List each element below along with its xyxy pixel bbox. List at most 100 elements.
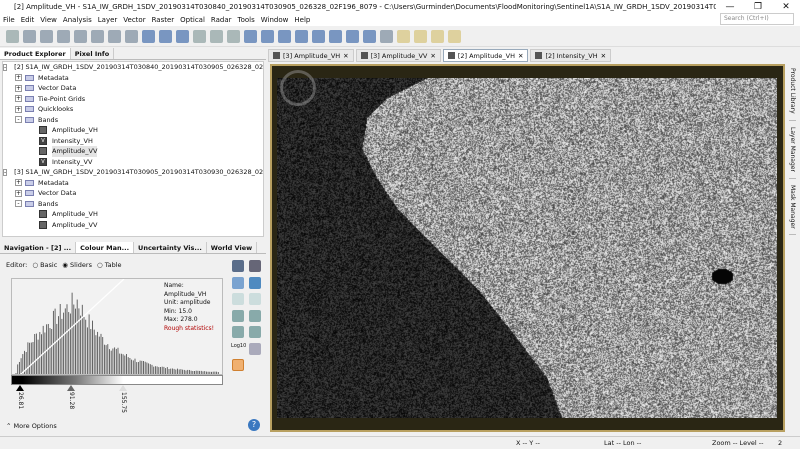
tile-vertical-icon[interactable] — [431, 30, 444, 43]
tab-uncertainty[interactable]: Uncertainty Vis... — [134, 242, 207, 253]
select-tool-icon[interactable] — [193, 30, 206, 43]
tab-navigation[interactable]: Navigation - [2] ... — [0, 242, 76, 253]
slider-mid[interactable]: 91.28 — [67, 385, 75, 409]
graph-builder-icon[interactable] — [142, 30, 155, 43]
reset-icon[interactable] — [232, 260, 244, 272]
export-icon[interactable] — [232, 277, 244, 289]
pin-icon[interactable] — [91, 30, 104, 43]
zoom-in-icon[interactable] — [232, 326, 244, 338]
info-table-icon[interactable] — [249, 343, 261, 355]
menu-view[interactable]: View — [40, 16, 57, 24]
view-tab-2-intensity-vh[interactable]: [2] Intensity_VH ✕ — [530, 49, 611, 62]
mask-icon[interactable] — [125, 30, 138, 43]
histogram[interactable]: Name: Amplitude_VH Unit: amplitude Min: … — [11, 278, 223, 375]
slider-max[interactable]: 155.75 — [119, 385, 127, 413]
view-tab-3-amplitude-vv[interactable]: [3] Amplitude_VV ✕ — [356, 49, 441, 62]
tree-vector-data[interactable]: + Vector Data — [3, 83, 263, 94]
percent-100-icon[interactable] — [249, 293, 261, 305]
magic-wand-icon[interactable] — [363, 30, 376, 43]
tile-single-icon[interactable] — [448, 30, 461, 43]
view-tab-2-amplitude-vh[interactable]: [2] Amplitude_VH ✕ — [443, 49, 529, 62]
menu-file[interactable]: File — [3, 16, 15, 24]
tab-pixel-info[interactable]: Pixel Info — [71, 48, 114, 59]
menu-vector[interactable]: Vector — [123, 16, 145, 24]
tree-band-amplitude-vh[interactable]: Amplitude_VH — [3, 209, 263, 220]
sar-image[interactable] — [277, 78, 777, 418]
minimize-button[interactable]: — — [716, 2, 744, 12]
toolbar — [0, 27, 800, 47]
import-icon[interactable] — [249, 260, 261, 272]
menu-optical[interactable]: Optical — [180, 16, 205, 24]
restore-button[interactable]: ❐ — [744, 2, 772, 12]
zoom-out-icon[interactable] — [249, 326, 261, 338]
tree-metadata[interactable]: + Metadata — [3, 178, 263, 189]
pin-placing-icon[interactable] — [244, 30, 257, 43]
help-icon[interactable]: ? — [248, 419, 260, 431]
search-input[interactable]: Search (Ctrl+I) — [720, 13, 794, 25]
rectangle-drawing-icon[interactable] — [312, 30, 325, 43]
menu-window[interactable]: Window — [261, 16, 289, 24]
tab-colour-manipulation[interactable]: Colour Man... — [76, 242, 134, 253]
line-drawing-icon[interactable] — [278, 30, 291, 43]
menu-raster[interactable]: Raster — [152, 16, 175, 24]
tree-band-amplitude-vv[interactable]: Amplitude_VV — [3, 146, 263, 157]
world-map-icon[interactable] — [176, 30, 189, 43]
tab-mask-manager[interactable]: Mask Manager — [789, 185, 796, 236]
tile-evenly-icon[interactable] — [397, 30, 410, 43]
menu-layer[interactable]: Layer — [98, 16, 118, 24]
gcp-icon[interactable] — [108, 30, 121, 43]
image-view[interactable] — [270, 64, 785, 432]
tree-band-amplitude-vh[interactable]: Amplitude_VH — [3, 125, 263, 136]
view-tab-3-amplitude-vh[interactable]: [3] Amplitude_VH ✕ — [268, 49, 354, 62]
tab-layer-manager[interactable]: Layer Manager — [789, 127, 796, 179]
open-product-icon[interactable] — [6, 30, 19, 43]
tree-band-amplitude-vv[interactable]: Amplitude_VV — [3, 220, 263, 231]
zoom-vertical-in-icon[interactable] — [232, 310, 244, 322]
tile-horizontal-icon[interactable] — [414, 30, 427, 43]
radio-sliders[interactable]: ◉ Sliders — [62, 261, 92, 269]
multi-apply-icon[interactable] — [249, 277, 261, 289]
more-options-toggle[interactable]: ⌃ More Options — [6, 422, 57, 430]
batch-processing-icon[interactable] — [159, 30, 172, 43]
radio-table[interactable]: ○ Table — [97, 261, 122, 269]
polygon-drawing-icon[interactable] — [329, 30, 342, 43]
tree-metadata[interactable]: + Metadata — [3, 73, 263, 84]
zoom-tool-icon[interactable] — [227, 30, 240, 43]
band-maths-icon[interactable] — [40, 30, 53, 43]
menu-help[interactable]: Help — [294, 16, 310, 24]
graticule-icon[interactable] — [74, 30, 87, 43]
tree-quicklooks[interactable]: + Quicklooks — [3, 104, 263, 115]
tree-product-3[interactable]: - [3] S1A_IW_GRDH_1SDV_20190314T030905_20… — [3, 167, 263, 178]
tab-product-explorer[interactable]: Product Explorer — [0, 48, 71, 59]
tab-product-library[interactable]: Product Library — [789, 68, 796, 121]
menu-radar[interactable]: Radar — [211, 16, 232, 24]
menu-analysis[interactable]: Analysis — [63, 16, 92, 24]
tree-vector-data[interactable]: + Vector Data — [3, 188, 263, 199]
filter-icon[interactable] — [57, 30, 70, 43]
navigation-compass-icon[interactable] — [280, 70, 316, 106]
tab-world-view[interactable]: World View — [207, 242, 257, 253]
latlon-readout: Lat -- Lon -- — [604, 439, 641, 447]
log10-button[interactable]: Log10 — [231, 343, 243, 355]
settings-icon[interactable] — [232, 359, 244, 371]
tree-band-intensity-vh[interactable]: V Intensity_VH — [3, 136, 263, 147]
range-finder-icon[interactable] — [380, 30, 393, 43]
tree-bands[interactable]: - Bands — [3, 199, 263, 210]
polyline-drawing-icon[interactable] — [295, 30, 308, 43]
zoom-vertical-out-icon[interactable] — [249, 310, 261, 322]
ellipse-drawing-icon[interactable] — [346, 30, 359, 43]
tree-tie-point-grids[interactable]: + Tie-Point Grids — [3, 94, 263, 105]
menu-tools[interactable]: Tools — [238, 16, 255, 24]
pan-tool-icon[interactable] — [210, 30, 223, 43]
close-button[interactable]: ✕ — [772, 2, 800, 12]
percent-95-icon[interactable] — [232, 293, 244, 305]
save-product-icon[interactable] — [23, 30, 36, 43]
tree-band-intensity-vv[interactable]: V Intensity_VV — [3, 157, 263, 168]
tree-product-2[interactable]: - [2] S1A_IW_GRDH_1SDV_20190314T030840_20… — [3, 62, 263, 73]
menu-edit[interactable]: Edit — [21, 16, 35, 24]
tab-label: [3] Amplitude_VH — [283, 52, 340, 60]
slider-min[interactable]: 26.81 — [16, 385, 24, 409]
radio-basic[interactable]: ○ Basic — [32, 261, 57, 269]
gcp-placing-icon[interactable] — [261, 30, 274, 43]
tree-bands[interactable]: - Bands — [3, 115, 263, 126]
